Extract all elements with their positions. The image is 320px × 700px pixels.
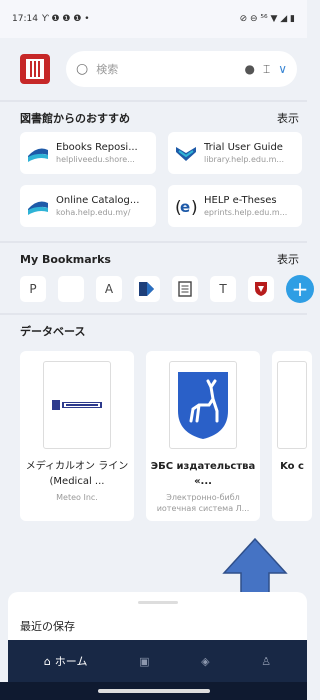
heart-book-icon (176, 147, 196, 161)
rec-url: koha.help.edu.my/ (56, 208, 131, 217)
database-name: メディカルオン ライン (Medical ... (25, 461, 129, 487)
medical-online-logo (43, 361, 111, 449)
nav-home[interactable]: ⌂ ホーム (44, 653, 88, 669)
library-logo[interactable] (20, 54, 50, 84)
bottom-nav: ⌂ ホーム ▣ ◈ ♙ (8, 640, 307, 682)
person-icon: ♙ (261, 654, 272, 668)
bookmarks-row: P A T + (0, 273, 314, 305)
bookmark-blank[interactable] (58, 276, 84, 302)
nav-layers[interactable]: ◈ (201, 655, 209, 668)
shield-icon (255, 282, 267, 296)
recent-sheet[interactable]: 最近の保存 (8, 592, 307, 642)
recent-title: 最近の保存 (20, 620, 75, 633)
eprints-logo-icon: (e) (175, 198, 198, 218)
rec-item-online-catalog[interactable]: Online Catalog... koha.help.edu.my/ (20, 185, 156, 227)
rec-title: Trial User Guide (204, 142, 283, 153)
add-bookmark-button[interactable]: + (286, 275, 314, 303)
search-bar[interactable]: ○ 検索 ● ⌶ ∨ (66, 51, 297, 87)
catalog-logo-icon (28, 201, 48, 215)
divider (0, 100, 307, 102)
bookmark-shield[interactable] (248, 276, 274, 302)
bookmarks-more-link[interactable]: 表示 (277, 251, 299, 267)
nav-library[interactable]: ▣ (139, 655, 149, 668)
section-title: 図書館からのおすすめ (20, 112, 130, 125)
bookmarks-header: My Bookmarks 表示 (0, 245, 307, 273)
database-card-medical[interactable]: メディカルオン ライン (Medical ... Meteo Inc. (20, 351, 134, 521)
ebs-logo (169, 361, 237, 449)
bookmark-arrow[interactable] (134, 276, 160, 302)
rec-title: HELP e-Theses (204, 195, 277, 206)
database-header: データベース (0, 317, 307, 345)
rec-url: library.help.edu.m... (204, 155, 285, 164)
bookmark-t[interactable]: T (210, 276, 236, 302)
book-icon: ▣ (139, 654, 150, 668)
home-gesture-pill[interactable] (97, 689, 210, 693)
database-publisher: Meteo Inc. (56, 493, 98, 502)
rec-url: eprints.help.edu.m... (204, 208, 288, 217)
chevron-right-icon (139, 282, 154, 296)
database-name: Ko c (280, 461, 304, 472)
rec-title: Online Catalog... (56, 195, 140, 206)
database-row: メディカルオン ライン (Medical ... Meteo Inc. ЭБС … (0, 351, 312, 521)
document-icon (178, 281, 192, 297)
divider (0, 241, 307, 243)
rec-url: helpliveedu.shore... (56, 155, 135, 164)
bookmark-p[interactable]: P (20, 276, 46, 302)
status-time: 17:14 (12, 14, 38, 24)
svg-text:e: e (180, 198, 190, 216)
nav-home-label: ホーム (54, 655, 88, 668)
section-title: データベース (20, 325, 86, 338)
recommend-grid: Ebooks Reposi... helpliveedu.shore... Tr… (0, 132, 307, 227)
microphone-icon[interactable]: ● (245, 62, 255, 76)
database-publisher: Электронно-библ иотечная система Л... (156, 493, 250, 513)
divider (0, 313, 307, 315)
status-bar: 17:14 Ƴ ❶ ❶ ❶ • ⊘ ⊖ ⁵⁶ ▼ ◢ ▮ (0, 0, 307, 38)
bookmark-a[interactable]: A (96, 276, 122, 302)
nav-profile[interactable]: ♙ (261, 655, 271, 668)
home-icon: ⌂ (43, 654, 51, 668)
database-name: ЭБС издательства «... (150, 461, 256, 487)
rec-item-e-theses[interactable]: (e) HELP e-Theses eprints.help.edu.m... (168, 185, 302, 227)
chevron-down-icon[interactable]: ∨ (278, 62, 287, 76)
notification-icons: Ƴ ❶ ❶ ❶ • (41, 14, 90, 24)
rec-item-ebooks[interactable]: Ebooks Reposi... helpliveedu.shore... (20, 132, 156, 174)
partial-thumb (277, 361, 307, 449)
recommend-header: 図書館からのおすすめ 表示 (0, 104, 307, 132)
database-card-ebs[interactable]: ЭБС издательства «... Электронно-библ ио… (146, 351, 260, 521)
recommend-more-link[interactable]: 表示 (277, 110, 299, 126)
database-card-partial[interactable]: Ko c (272, 351, 312, 521)
search-row: ○ 検索 ● ⌶ ∨ (0, 38, 307, 100)
rec-item-trial-guide[interactable]: Trial User Guide library.help.edu.m... (168, 132, 302, 174)
layers-icon: ◈ (201, 654, 210, 668)
search-icon: ○ (76, 61, 89, 77)
bookmark-doc[interactable] (172, 276, 198, 302)
scan-icon[interactable]: ⌶ (263, 62, 270, 77)
deer-crest-icon (178, 372, 228, 439)
system-nav-bar (0, 682, 307, 700)
system-status-icons: ⊘ ⊖ ⁵⁶ ▼ ◢ ▮ (239, 14, 295, 24)
rec-title: Ebooks Reposi... (56, 142, 138, 153)
medical-online-logo-icon (52, 400, 102, 410)
ebooks-logo-icon (28, 148, 48, 162)
svg-text:): ) (191, 198, 198, 218)
section-title: My Bookmarks (20, 252, 111, 266)
search-input[interactable]: 検索 (96, 61, 236, 77)
